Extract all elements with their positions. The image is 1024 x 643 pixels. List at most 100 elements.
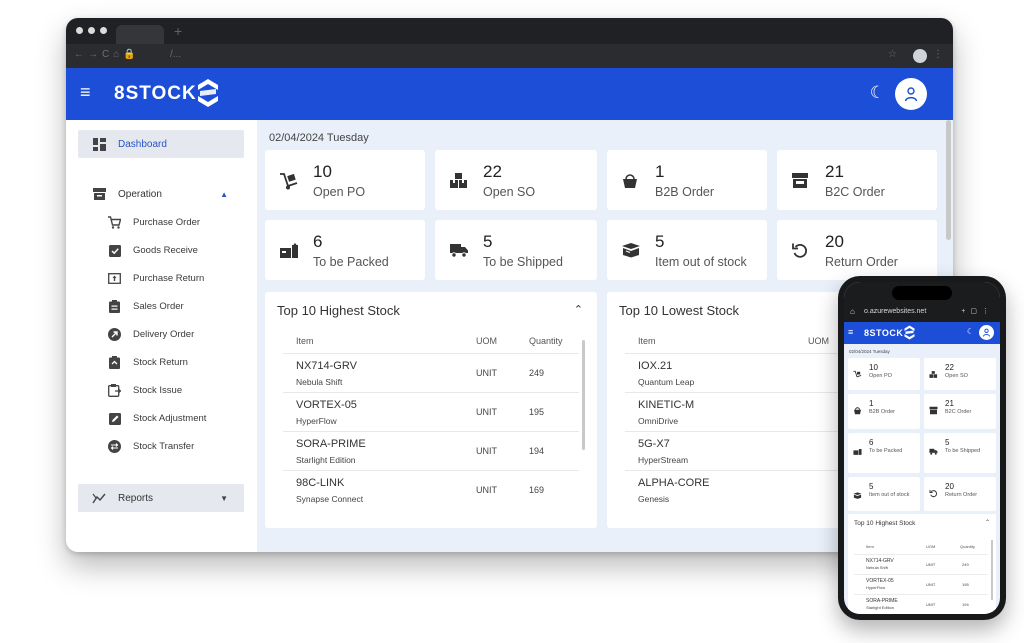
sidebar-item-label: Dashboard	[118, 138, 167, 150]
desktop-browser-window: + ←→C⌂🔒 /... ☆ ⋮ ≡ 8STOCK ☾ Dashboard Op…	[66, 18, 953, 552]
sidebar-item-label: Stock Issue	[133, 385, 183, 396]
mobile-browser-actions[interactable]: +▢⋮	[961, 307, 994, 315]
sidebar-item-stock-issue[interactable]: Stock Issue	[108, 384, 182, 397]
table-scrollbar[interactable]	[582, 340, 585, 450]
undo-icon	[929, 490, 938, 498]
panel-title: Top 10 Highest Stock	[854, 520, 916, 527]
mobile-stat-card[interactable]: 5 Item out of stock	[848, 477, 920, 511]
sidebar-item-purchase-return[interactable]: Purchase Return	[108, 272, 204, 285]
sidebar-item-goods-receive[interactable]: Goods Receive	[108, 244, 198, 257]
chevron-up-icon[interactable]: ⌃	[985, 519, 990, 526]
chevron-down-icon[interactable]: ▼	[220, 494, 228, 503]
column-header-uom[interactable]: UOM	[476, 336, 497, 346]
user-avatar-button[interactable]	[895, 78, 927, 110]
item-uom: UNIT	[476, 446, 497, 456]
window-controls[interactable]	[76, 27, 107, 34]
column-header-item[interactable]: Item	[638, 336, 656, 346]
table-row[interactable]: VORTEX-05 HyperFlow UNIT 195	[854, 574, 988, 594]
item-code: KINETIC-M	[638, 399, 695, 411]
column-header-quantity[interactable]: Quantity	[529, 336, 563, 346]
profile-icon[interactable]	[913, 49, 927, 63]
bookmark-star-icon[interactable]: ☆	[888, 49, 897, 60]
stat-card-return-order[interactable]: 20 Return Order	[777, 220, 937, 280]
address-bar[interactable]: /...	[170, 49, 181, 60]
stat-card-open-so[interactable]: 22 Open SO	[435, 150, 597, 210]
mobile-highest-stock-panel: Top 10 Highest Stock ⌃ Item UOM Quantity…	[848, 514, 996, 614]
sidebar-section-label: Operation	[118, 188, 162, 200]
chevron-up-icon[interactable]: ⌃	[574, 303, 583, 316]
new-tab-icon[interactable]: +	[174, 23, 182, 39]
stat-value: 5	[869, 482, 874, 491]
stat-value: 6	[869, 438, 874, 447]
user-avatar-button[interactable]	[979, 325, 994, 340]
mobile-address-bar[interactable]: ⌂ o.azurewebsites.net +▢⋮	[844, 302, 1000, 322]
column-header-item[interactable]: Item	[866, 544, 874, 549]
mobile-stat-card[interactable]: 6 To be Packed	[848, 433, 920, 473]
chevron-up-icon[interactable]: ▲	[220, 190, 228, 199]
cart-icon	[108, 216, 121, 229]
sidebar-section-reports[interactable]: Reports ▼	[78, 484, 244, 512]
dark-mode-toggle-icon[interactable]: ☾	[967, 327, 974, 336]
table-row[interactable]: VORTEX-05 HyperFlow UNIT 195	[283, 392, 579, 431]
stat-label: Open PO	[869, 373, 892, 379]
column-header-item[interactable]: Item	[296, 336, 314, 346]
stat-label: B2B Order	[869, 409, 895, 415]
table-row[interactable]: NX714-GRV Nebula Shift UNIT 249	[283, 353, 579, 392]
item-name: Genesis	[638, 494, 670, 504]
stat-card-b2c-order[interactable]: 21 B2C Order	[777, 150, 937, 210]
mobile-stat-card[interactable]: 20 Return Order	[924, 477, 996, 511]
mobile-stat-card[interactable]: 5 To be Shipped	[924, 433, 996, 473]
stat-value: 10	[313, 162, 332, 181]
column-header-uom[interactable]: UOM	[926, 544, 935, 549]
mobile-stat-card[interactable]: 1 B2B Order	[848, 394, 920, 429]
sidebar-item-dashboard[interactable]: Dashboard	[78, 130, 244, 158]
mobile-stat-card[interactable]: 21 B2C Order	[924, 394, 996, 429]
mobile-stat-card[interactable]: 10 Open PO	[848, 358, 920, 390]
table-row[interactable]: SORA-PRIME Starlight Edition UNIT 194	[283, 431, 579, 470]
brand-logo-icon	[198, 79, 218, 107]
dark-mode-toggle-icon[interactable]: ☾	[870, 83, 885, 103]
browser-nav-icons[interactable]: ←→C⌂🔒	[74, 49, 140, 60]
sidebar-item-stock-return[interactable]: Stock Return	[108, 356, 188, 369]
boxes-icon	[929, 371, 938, 378]
item-name: Synapse Connect	[296, 494, 364, 504]
sidebar-item-stock-adjustment[interactable]: Stock Adjustment	[108, 412, 206, 425]
table-row[interactable]: SORA-PRIME Starlight Edition UNIT 194	[854, 594, 988, 614]
table-row[interactable]: NX714-GRV Nebula Shift UNIT 249	[854, 554, 988, 574]
undo-icon	[791, 242, 811, 260]
home-icon[interactable]: ⌂	[850, 307, 855, 316]
table-scrollbar[interactable]	[991, 540, 993, 600]
menu-icon[interactable]: ≡	[848, 327, 853, 337]
stock-issue-icon	[108, 384, 121, 397]
panel-title: Top 10 Highest Stock	[277, 303, 400, 318]
menu-icon[interactable]: ≡	[80, 82, 91, 103]
stat-value: 1	[655, 162, 665, 181]
column-header-quantity[interactable]: Quantity	[960, 544, 975, 549]
item-uom: UNIT	[476, 368, 497, 378]
sidebar-item-sales-order[interactable]: Sales Order	[108, 300, 184, 313]
sidebar-section-operation[interactable]: Operation ▲	[78, 180, 244, 208]
page-scrollbar[interactable]	[946, 120, 951, 240]
mobile-url[interactable]: o.azurewebsites.net	[864, 308, 926, 315]
sidebar-item-stock-transfer[interactable]: Stock Transfer	[108, 440, 194, 453]
stock-return-icon	[108, 356, 121, 369]
stat-card-b2b-order[interactable]: 1 B2B Order	[607, 150, 767, 210]
stat-value: 5	[945, 438, 950, 447]
sidebar-item-purchase-order[interactable]: Purchase Order	[108, 216, 200, 229]
checkbox-icon	[108, 244, 121, 257]
stat-label: Item out of stock	[869, 492, 910, 498]
sidebar-item-delivery-order[interactable]: Delivery Order	[108, 328, 194, 341]
stat-card-item-out-of-stock[interactable]: 5 Item out of stock	[607, 220, 767, 280]
highest-stock-panel: Top 10 Highest Stock ⌃ Item UOM Quantity…	[265, 292, 597, 528]
stat-card-open-po[interactable]: 10 Open PO	[265, 150, 425, 210]
sidebar-item-label: Stock Return	[133, 357, 188, 368]
mobile-stat-card[interactable]: 22 Open SO	[924, 358, 996, 390]
stat-card-to-be-shipped[interactable]: 5 To be Shipped	[435, 220, 597, 280]
browser-menu-icon[interactable]: ⋮	[933, 49, 943, 60]
table-row[interactable]: 98C-LINK Synapse Connect UNIT 169	[283, 470, 579, 509]
stat-label: Open SO	[945, 373, 968, 379]
item-code: IOX.21	[638, 360, 673, 372]
column-header-uom[interactable]: UOM	[808, 336, 829, 346]
browser-tab[interactable]	[116, 25, 164, 44]
stat-card-to-be-packed[interactable]: 6 To be Packed	[265, 220, 425, 280]
